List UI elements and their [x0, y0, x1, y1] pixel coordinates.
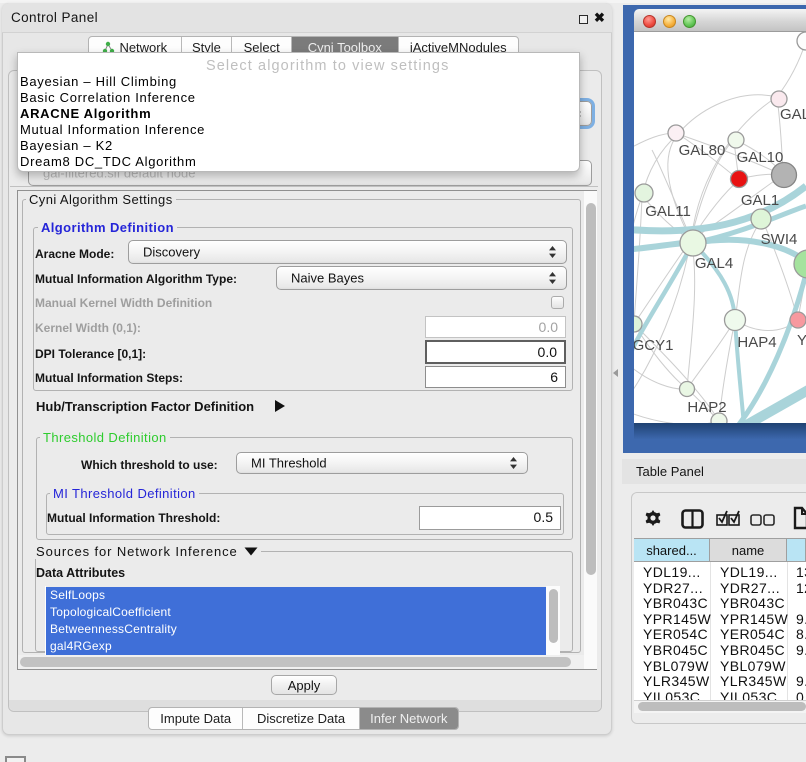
- svg-text:HAP4: HAP4: [737, 334, 776, 351]
- svg-text:GAL80: GAL80: [679, 142, 726, 159]
- svg-text:GAL4: GAL4: [695, 255, 733, 272]
- svg-text:HAP2: HAP2: [687, 399, 726, 416]
- svg-text:GCY1: GCY1: [634, 337, 673, 354]
- svg-text:GAL7: GAL7: [780, 106, 806, 123]
- svg-text:GAL1: GAL1: [741, 192, 779, 209]
- svg-text:GAL11: GAL11: [645, 203, 691, 220]
- svg-text:GAL10: GAL10: [737, 149, 784, 166]
- svg-text:SWI4: SWI4: [761, 231, 798, 248]
- svg-text:Y: Y: [797, 332, 806, 349]
